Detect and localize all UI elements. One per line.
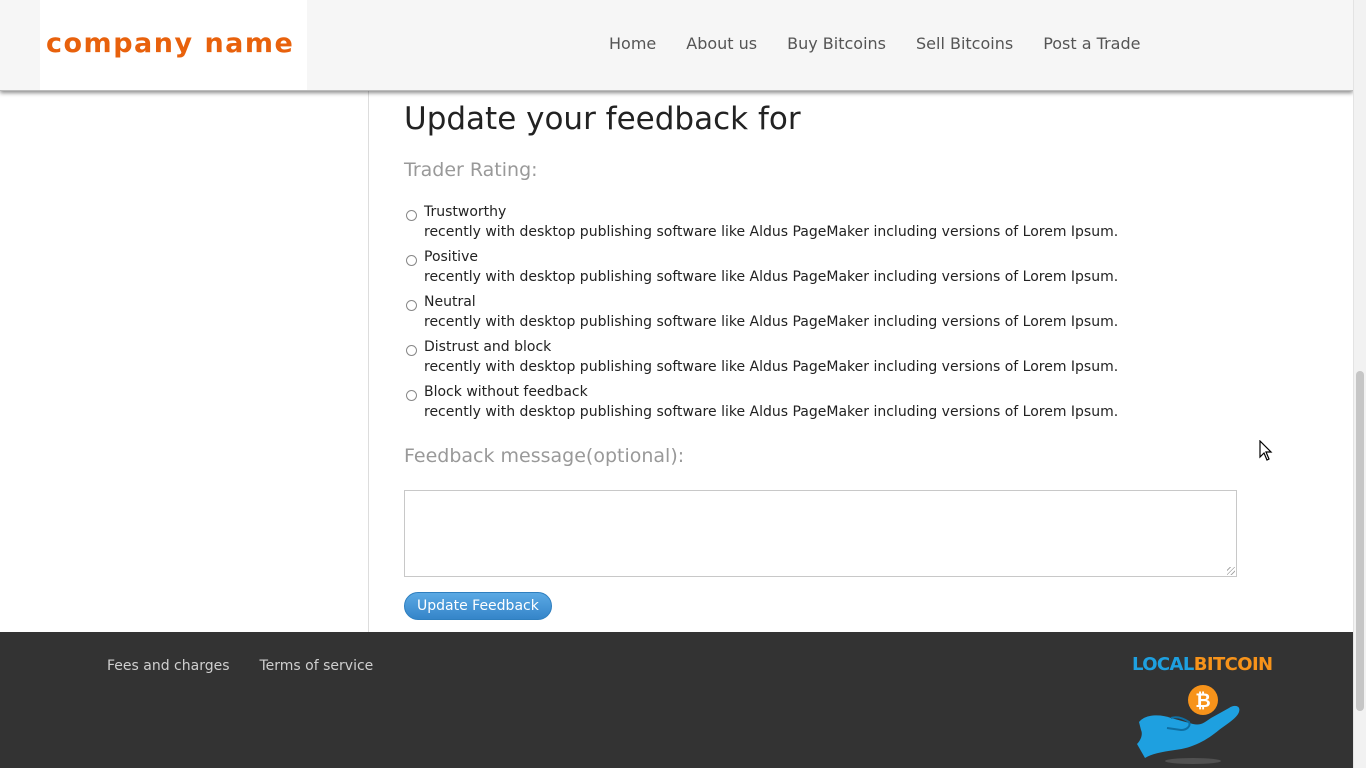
nav-buy-bitcoins[interactable]: Buy Bitcoins: [772, 34, 901, 53]
footer-link-terms-of-service[interactable]: Terms of service: [245, 658, 389, 674]
resize-grip-icon: [1227, 567, 1235, 575]
feedback-message-textarea[interactable]: [404, 490, 1237, 577]
scrollbar-thumb[interactable]: [1356, 371, 1364, 711]
radio-neutral[interactable]: [406, 300, 417, 311]
logo[interactable]: company name: [40, 0, 307, 90]
radio-trustworthy[interactable]: [406, 210, 417, 221]
rating-option-neutral[interactable]: Neutral recently with desktop publishing…: [404, 294, 1264, 339]
update-feedback-button[interactable]: Update Feedback: [404, 592, 552, 620]
pointer-shape: [1259, 440, 1273, 461]
nav-home[interactable]: Home: [594, 34, 671, 53]
sidebar-divider: [368, 91, 369, 632]
hand-icon: [1137, 705, 1240, 758]
shadow-shape: [1165, 758, 1221, 764]
feedback-message-label: Feedback message(optional):: [404, 445, 685, 467]
site-header: company name Home About us Buy Bitcoins …: [0, 0, 1353, 91]
rating-option-trustworthy[interactable]: Trustworthy recently with desktop publis…: [404, 204, 1264, 249]
content-area: Update your feedback for Trader Rating: …: [0, 91, 1353, 632]
brand-wordmark: LOCALBITCOIN: [1132, 654, 1273, 675]
rating-description: recently with desktop publishing softwar…: [424, 314, 1119, 330]
brand-word-bitcoin: BITCOIN: [1193, 654, 1273, 675]
brand-word-local: LOCAL: [1132, 654, 1194, 675]
rating-title: Neutral: [424, 294, 476, 310]
local-bitcoin-logo[interactable]: LOCALBITCOIN ₿: [1131, 654, 1273, 766]
rating-description: recently with desktop publishing softwar…: [424, 269, 1119, 285]
rating-title: Trustworthy: [424, 204, 507, 220]
footer-links: Fees and charges Terms of service: [92, 658, 388, 674]
rating-options: Trustworthy recently with desktop publis…: [404, 204, 1264, 429]
rating-description: recently with desktop publishing softwar…: [424, 224, 1119, 240]
radio-positive[interactable]: [406, 255, 417, 266]
rating-option-positive[interactable]: Positive recently with desktop publishin…: [404, 249, 1264, 294]
radio-distrust-and-block[interactable]: [406, 345, 417, 356]
rating-option-block-without-feedback[interactable]: Block without feedback recently with des…: [404, 384, 1264, 429]
page: company name Home About us Buy Bitcoins …: [0, 0, 1353, 768]
rating-description: recently with desktop publishing softwar…: [424, 404, 1119, 420]
rating-option-distrust-and-block[interactable]: Distrust and block recently with desktop…: [404, 339, 1264, 384]
main-nav: Home About us Buy Bitcoins Sell Bitcoins…: [594, 34, 1155, 53]
hand-holding-coin-icon: ₿: [1137, 685, 1240, 764]
mouse-pointer-icon: [1259, 440, 1273, 461]
rating-title: Positive: [424, 249, 478, 265]
footer-link-fees-and-charges[interactable]: Fees and charges: [92, 658, 245, 674]
nav-about-us[interactable]: About us: [671, 34, 772, 53]
bitcoin-symbol: ₿: [1195, 690, 1210, 712]
nav-sell-bitcoins[interactable]: Sell Bitcoins: [901, 34, 1028, 53]
nav-post-a-trade[interactable]: Post a Trade: [1028, 34, 1155, 53]
rating-description: recently with desktop publishing softwar…: [424, 359, 1119, 375]
logo-text: company name: [46, 28, 295, 59]
rating-title: Block without feedback: [424, 384, 588, 400]
radio-block-without-feedback[interactable]: [406, 390, 417, 401]
site-footer: Fees and charges Terms of service LOCALB…: [0, 632, 1353, 768]
rating-title: Distrust and block: [424, 339, 552, 355]
page-title: Update your feedback for: [404, 101, 801, 137]
textarea-resize-handle[interactable]: [1227, 567, 1235, 575]
trader-rating-label: Trader Rating:: [404, 159, 538, 181]
vertical-scrollbar[interactable]: [1353, 0, 1366, 768]
